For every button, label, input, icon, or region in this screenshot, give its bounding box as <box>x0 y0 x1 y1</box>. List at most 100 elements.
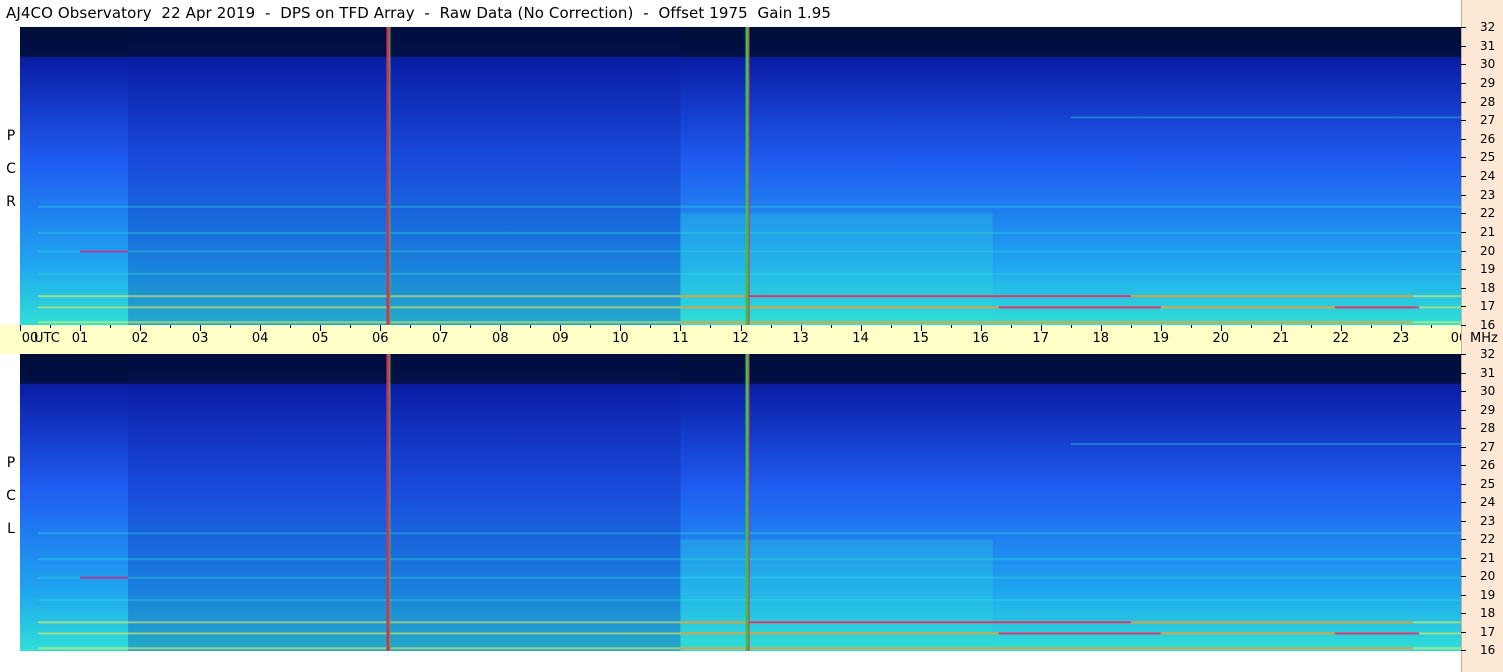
mhz-tick <box>1461 391 1466 392</box>
utc-tick-label: 07 <box>432 331 449 346</box>
utc-tick-label: 23 <box>1392 331 1410 346</box>
mhz-tick-label: 27 <box>1480 113 1496 128</box>
rfi-hotspot <box>746 295 1131 298</box>
mhz-tick-label: 19 <box>1480 587 1496 602</box>
rfi-hotspot <box>998 632 1161 635</box>
rfi-band <box>1070 116 1461 119</box>
mhz-tick <box>1461 64 1466 66</box>
utc-minor-tick <box>350 325 352 328</box>
mhz-tick <box>1461 409 1466 411</box>
time-marker-edge <box>748 354 750 651</box>
mhz-tick <box>1461 120 1466 122</box>
mhz-tick <box>1461 82 1466 84</box>
utc-tick-label: 05 <box>311 331 329 346</box>
rfi-band <box>38 532 1461 535</box>
utc-minor-tick <box>950 325 952 328</box>
chart-title: AJ4CO Observatory 22 Apr 2019 - DPS on T… <box>6 4 832 22</box>
mhz-tick <box>1461 354 1466 355</box>
rfi-band <box>38 599 1461 602</box>
utc-tick-label: 11 <box>672 331 689 346</box>
utc-minor-tick <box>1010 325 1012 328</box>
utc-minor-tick <box>830 325 832 328</box>
rfi-hotspot <box>80 250 129 253</box>
mhz-tick-label: 17 <box>1480 299 1496 314</box>
utc-minor-tick <box>230 325 232 328</box>
mhz-tick <box>1461 576 1466 577</box>
utc-minor-tick <box>1070 325 1072 328</box>
utc-minor-tick <box>170 325 172 328</box>
mhz-tick-label: 20 <box>1480 243 1496 258</box>
rfi-band-hot <box>680 647 1413 650</box>
mhz-tick <box>1461 446 1466 448</box>
rfi-band <box>38 558 1461 561</box>
mhz-tick-label: 18 <box>1480 606 1496 620</box>
utc-tick-label: 09 <box>552 331 569 346</box>
mhz-tick-label: 24 <box>1480 169 1496 183</box>
mhz-tick <box>1461 650 1466 651</box>
mhz-tick-label: 21 <box>1480 550 1496 565</box>
mhz-tick-label: 29 <box>1480 75 1496 90</box>
rfi-band <box>38 576 1461 579</box>
rfi-hotspot <box>80 576 129 579</box>
utc-minor-tick <box>1310 325 1312 328</box>
mhz-tick-label: 32 <box>1480 20 1496 34</box>
rfi-hotspot <box>1334 306 1419 309</box>
rfi-band-hot <box>680 321 1413 324</box>
utc-tick-label: 13 <box>792 331 809 346</box>
mhz-tick <box>1461 287 1466 289</box>
mhz-tick-label: 30 <box>1480 57 1496 72</box>
mhz-tick-label: 32 <box>1480 347 1496 361</box>
rfi-hotspot <box>746 621 1131 624</box>
utc-tick-label: 19 <box>1152 331 1170 346</box>
utc-minor-tick <box>1250 325 1252 328</box>
rfi-band <box>38 205 1461 208</box>
utc-minor-tick <box>410 325 412 328</box>
utc-minor-tick <box>530 325 532 328</box>
mhz-tick-label: 21 <box>1480 224 1496 239</box>
mhz-tick <box>1461 465 1466 466</box>
utc-minor-tick <box>890 325 892 328</box>
mhz-tick-label: 30 <box>1480 384 1496 398</box>
rfi-band <box>1070 443 1461 446</box>
mhz-tick <box>1461 325 1466 326</box>
time-marker <box>386 354 390 651</box>
rcp-label: P C R <box>4 120 18 219</box>
rfi-band <box>38 272 1461 275</box>
lcp-spectrogram <box>20 354 1461 651</box>
rfi-band <box>38 250 1461 253</box>
utc-tick-label: 15 <box>912 331 929 346</box>
mhz-tick <box>1461 101 1466 103</box>
lcp-letter: C <box>6 488 16 504</box>
mhz-tick-label: 25 <box>1480 476 1496 491</box>
mhz-tick <box>1461 594 1466 596</box>
time-marker-edge <box>389 354 391 651</box>
mhz-axis-label: MHz <box>1470 331 1498 346</box>
lcp-letter: L <box>7 521 15 537</box>
mhz-tick-label: 28 <box>1480 421 1496 435</box>
mhz-tick <box>1461 194 1466 196</box>
mhz-tick-label: 25 <box>1480 150 1496 165</box>
mhz-tick-label: 23 <box>1480 513 1496 528</box>
utc-tick-label: 01 <box>71 331 89 346</box>
utc-minor-tick <box>470 325 472 328</box>
mhz-tick-label: 22 <box>1480 206 1496 221</box>
utc-minor-tick <box>110 325 112 328</box>
rfi-hotspot <box>998 306 1161 309</box>
mhz-tick-label: 26 <box>1480 458 1496 472</box>
utc-minor-tick <box>1430 325 1432 328</box>
mhz-tick <box>1461 231 1466 233</box>
rcp-letter: C <box>6 161 16 177</box>
utc-tick-label: 18 <box>1092 331 1110 346</box>
time-marker <box>386 27 390 325</box>
mhz-tick-label: 19 <box>1480 262 1496 277</box>
rcp-spectrogram-svg <box>20 27 1461 325</box>
mhz-tick <box>1461 157 1466 159</box>
utc-time-axis: 00 01 02 03 04 05 06 07 08 09 10 11 12 13 14 15 16 17 18 19… <box>0 325 1467 354</box>
mhz-tick-label: 31 <box>1480 365 1496 380</box>
mhz-tick <box>1461 372 1466 374</box>
mhz-tick <box>1461 631 1466 633</box>
mhz-tick-label: 18 <box>1480 280 1496 295</box>
mhz-tick <box>1461 269 1466 271</box>
mhz-tick <box>1461 250 1466 252</box>
mhz-tick <box>1461 502 1466 503</box>
